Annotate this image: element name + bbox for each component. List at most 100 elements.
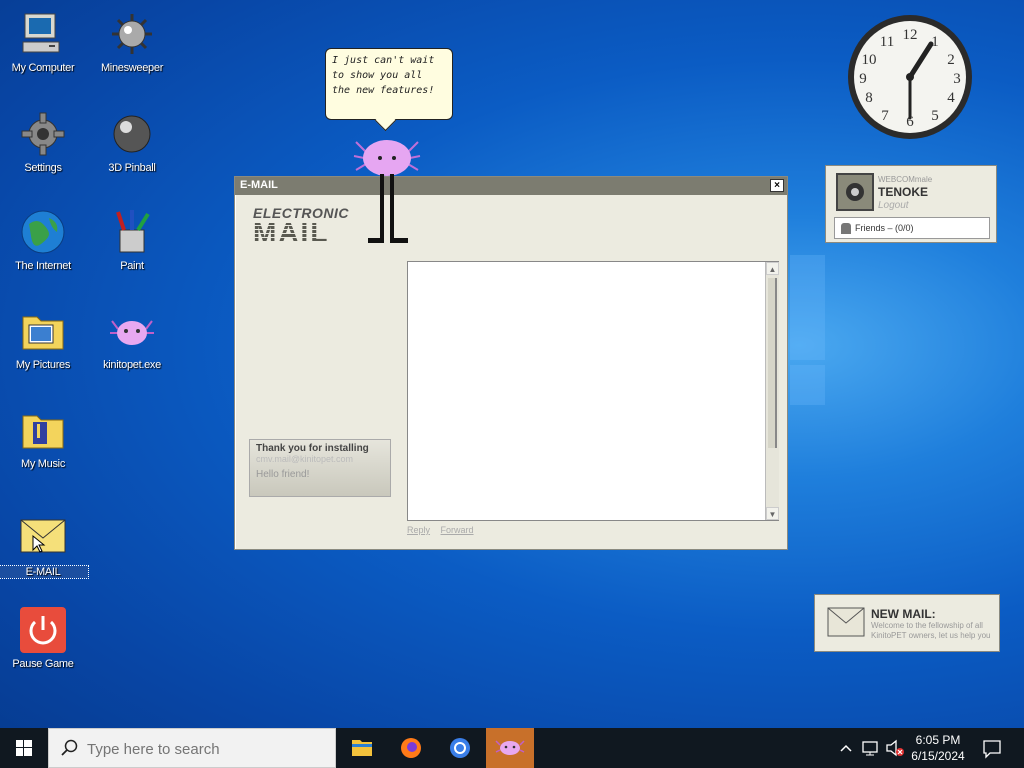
desktop-icon-paint[interactable]: Paint bbox=[87, 208, 177, 272]
new-mail-notification[interactable]: NEW MAIL: Welcome to the fellowship of a… bbox=[814, 594, 1000, 652]
desktop-icon-my-computer[interactable]: My Computer bbox=[0, 10, 88, 74]
folder-icon bbox=[352, 740, 372, 756]
gear-icon bbox=[21, 112, 65, 156]
desktop-icon-the-internet[interactable]: The Internet bbox=[0, 208, 88, 272]
notification-icon bbox=[983, 740, 1001, 759]
windows-logo-icon bbox=[16, 740, 32, 756]
friends-label: Friends – (0/0) bbox=[855, 223, 914, 233]
chrome-icon bbox=[450, 738, 470, 758]
message-list-item[interactable]: Thank you for installing cmv.mail@kinito… bbox=[249, 439, 391, 497]
taskbar-kinitopet[interactable] bbox=[486, 728, 534, 768]
scroll-down-icon[interactable]: ▼ bbox=[766, 507, 779, 520]
svg-text:7: 7 bbox=[881, 108, 889, 124]
taskbar-clock[interactable]: 6:05 PM 6/15/2024 bbox=[906, 732, 970, 764]
taskbar: 6:05 PM 6/15/2024 bbox=[0, 728, 1024, 768]
svg-text:5: 5 bbox=[931, 108, 939, 124]
avatar bbox=[836, 173, 874, 211]
mine-icon bbox=[112, 14, 152, 54]
close-button[interactable]: × bbox=[770, 179, 784, 192]
logout-link[interactable]: Logout bbox=[878, 200, 909, 211]
profile-subtitle: WEBCOMmale bbox=[878, 175, 933, 184]
action-center-button[interactable] bbox=[978, 728, 1006, 768]
window-title: E-MAIL bbox=[240, 179, 278, 191]
clock-date: 6/15/2024 bbox=[911, 749, 965, 763]
desktop-icon-label: My Music bbox=[20, 458, 66, 470]
desktop-icon-my-pictures[interactable]: My Pictures bbox=[0, 307, 88, 371]
axolotl-icon bbox=[110, 320, 154, 345]
power-icon bbox=[20, 607, 66, 653]
svg-text:8: 8 bbox=[865, 90, 873, 106]
message-preview: Hello friend! bbox=[256, 469, 310, 480]
email-window[interactable]: E-MAIL × ELECTRONIC MAIL Thank you for i… bbox=[234, 176, 788, 550]
start-button[interactable] bbox=[0, 728, 48, 768]
reply-link[interactable]: Reply bbox=[407, 525, 430, 535]
desktop-icon-e-mail[interactable]: E-MAIL bbox=[0, 514, 89, 579]
speaker-muted-icon bbox=[886, 739, 904, 757]
taskbar-search[interactable] bbox=[48, 728, 336, 768]
svg-text:12: 12 bbox=[903, 27, 918, 43]
svg-text:4: 4 bbox=[947, 90, 955, 106]
firefox-icon bbox=[401, 738, 421, 758]
desktop-icon-label: 3D Pinball bbox=[108, 162, 156, 174]
desktop-icon-pause-game[interactable]: Pause Game bbox=[0, 606, 88, 670]
music-folder-icon bbox=[22, 415, 64, 449]
network-status[interactable] bbox=[860, 728, 882, 768]
taskbar-firefox[interactable] bbox=[387, 728, 435, 768]
desktop-icon-label: Settings bbox=[24, 162, 62, 174]
computer-icon bbox=[22, 13, 60, 53]
desktop-icon-my-music[interactable]: My Music bbox=[0, 406, 88, 470]
axolotl-icon bbox=[495, 740, 525, 755]
scroll-up-icon[interactable]: ▲ bbox=[766, 262, 779, 275]
friends-button[interactable]: Friends – (0/0) bbox=[834, 217, 990, 239]
desktop-icon-label: My Computer bbox=[11, 62, 75, 74]
scroll-thumb[interactable] bbox=[768, 278, 777, 448]
forward-link[interactable]: Forward bbox=[441, 525, 474, 535]
pictures-folder-icon bbox=[22, 316, 64, 350]
globe-icon bbox=[21, 210, 65, 254]
show-hidden-icons[interactable] bbox=[838, 728, 854, 768]
analog-clock: 12 12 345 678 91011 bbox=[848, 15, 972, 139]
desktop-icon-label: kinitopet.exe bbox=[103, 359, 161, 371]
wallpaper-light-beam bbox=[790, 365, 825, 405]
envelope-icon bbox=[827, 607, 865, 637]
network-icon bbox=[862, 741, 878, 756]
search-input[interactable] bbox=[87, 738, 327, 760]
chevron-up-icon bbox=[840, 744, 852, 752]
message-subject: Thank you for installing bbox=[256, 443, 369, 454]
desktop-icon-label: My Pictures bbox=[15, 359, 71, 371]
profile-widget: WEBCOMmale TENOKE Logout Friends – (0/0) bbox=[825, 165, 997, 243]
vertical-scrollbar[interactable]: ▲ ▼ bbox=[765, 262, 779, 520]
kinito-pet-icon[interactable] bbox=[352, 132, 422, 250]
desktop-icon-3d-pinball[interactable]: 3D Pinball bbox=[87, 110, 177, 174]
volume-control[interactable] bbox=[884, 728, 906, 768]
message-sender: cmv.mail@kinitopet.com bbox=[256, 454, 353, 464]
desktop-icon-label: Pause Game bbox=[12, 658, 74, 670]
clock-time: 6:05 PM bbox=[915, 733, 961, 747]
wallpaper-light-beam bbox=[790, 255, 825, 360]
message-actions: Reply Forward bbox=[407, 525, 482, 535]
svg-text:3: 3 bbox=[953, 71, 961, 87]
svg-text:10: 10 bbox=[862, 52, 877, 68]
message-body-pane[interactable]: ▲ ▼ bbox=[407, 261, 779, 521]
svg-text:2: 2 bbox=[947, 52, 955, 68]
search-icon bbox=[61, 739, 78, 756]
desktop-icon-minesweeper[interactable]: Minesweeper bbox=[87, 10, 177, 74]
new-mail-title: NEW MAIL: bbox=[871, 607, 936, 621]
taskbar-file-explorer[interactable] bbox=[338, 728, 386, 768]
desktop-icon-label: Paint bbox=[120, 260, 144, 272]
svg-text:9: 9 bbox=[859, 71, 867, 87]
avatar-icon bbox=[838, 175, 872, 209]
svg-text:11: 11 bbox=[880, 34, 894, 50]
envelope-icon bbox=[20, 519, 66, 553]
taskbar-chrome[interactable] bbox=[436, 728, 484, 768]
window-titlebar[interactable]: E-MAIL × bbox=[235, 177, 787, 195]
person-icon bbox=[841, 223, 851, 234]
paint-icon bbox=[116, 210, 150, 253]
desktop-icon-settings[interactable]: Settings bbox=[0, 110, 88, 174]
new-mail-text: Welcome to the fellowship of all KinitoP… bbox=[871, 621, 991, 640]
desktop-icon-label: Minesweeper bbox=[100, 62, 164, 74]
pinball-icon bbox=[113, 115, 151, 153]
desktop-icon-label: E-MAIL bbox=[0, 565, 89, 579]
desktop-icon-kinitopet[interactable]: kinitopet.exe bbox=[87, 307, 177, 371]
profile-username: TENOKE bbox=[878, 185, 929, 199]
